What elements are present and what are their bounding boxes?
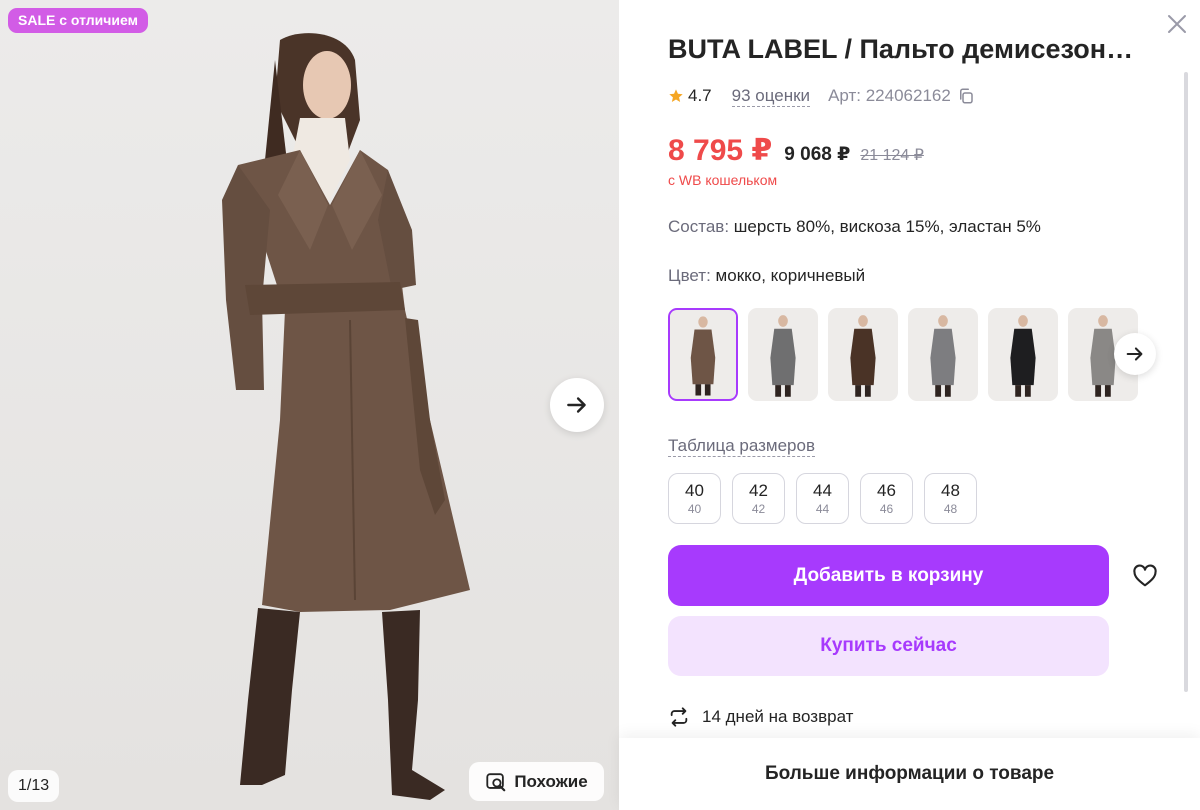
size-main-label: 44 [813, 480, 832, 500]
swatch-thumbnail [989, 309, 1057, 400]
copy-icon[interactable] [957, 87, 975, 105]
return-arrows-icon [670, 707, 688, 727]
swatch-thumbnail [909, 309, 977, 400]
size-sub-label: 44 [815, 501, 830, 516]
composition-key: Состав: [668, 217, 730, 236]
size-option-42[interactable]: 42 42 [732, 473, 785, 524]
swatch-thumbnail [749, 309, 817, 400]
favorite-button[interactable] [1127, 558, 1163, 594]
color-key: Цвет: [668, 266, 711, 285]
size-main-label: 40 [685, 480, 704, 500]
product-photo [0, 0, 619, 810]
more-info-button[interactable]: Больше информации о товаре [619, 738, 1200, 810]
returns-label: 14 дней на возврат [702, 707, 854, 726]
old-price: 21 124 ₽ [860, 147, 924, 164]
article-number: Арт: 224062162 [828, 86, 951, 105]
rating-value: 4.7 [688, 86, 712, 105]
size-main-label: 48 [941, 480, 960, 500]
color-swatches [668, 308, 1138, 401]
size-sub-label: 48 [943, 501, 958, 516]
similar-label: Похожие [514, 771, 588, 791]
product-meta: 4.7 93 оценки Арт: 224062162 [668, 84, 975, 108]
size-main-label: 42 [749, 480, 768, 500]
product-title: BUTA LABEL / Пальто демисезонное [668, 34, 1148, 64]
size-option-46[interactable]: 46 46 [860, 473, 913, 524]
size-option-48[interactable]: 48 48 [924, 473, 977, 524]
similar-button[interactable]: Похожие [469, 762, 604, 801]
color-swatch-brown[interactable] [668, 308, 738, 401]
color-info: Цвет: мокко, коричневый [668, 266, 865, 286]
size-options: 40 40 42 42 44 44 46 46 48 48 [668, 473, 977, 524]
color-swatch-grey-2[interactable] [908, 308, 978, 401]
arrow-right-icon [1126, 347, 1143, 361]
size-option-44[interactable]: 44 44 [796, 473, 849, 524]
sale-badge: SALE с отличием [8, 8, 148, 33]
color-swatch-grey-1[interactable] [748, 308, 818, 401]
return-policy: 14 дней на возврат [668, 706, 853, 728]
swatch-thumbnail [670, 310, 736, 399]
star-icon [668, 88, 684, 104]
gallery-counter: 1/13 [8, 770, 60, 802]
price-row: 8 795 ₽ 9 068 ₽ 21 124 ₽ [668, 133, 924, 168]
size-main-label: 46 [877, 480, 896, 500]
size-sub-label: 42 [751, 501, 766, 516]
composition-value: шерсть 80%, вискоза 15%, эластан 5% [729, 217, 1041, 236]
scrollbar[interactable] [1184, 72, 1188, 692]
swatch-thumbnail [829, 309, 897, 400]
size-table-link[interactable]: Таблица размеров [668, 435, 815, 457]
color-swatch-black[interactable] [988, 308, 1058, 401]
size-sub-label: 46 [879, 501, 894, 516]
buy-now-button[interactable]: Купить сейчас [668, 616, 1109, 676]
product-info-panel: BUTA LABEL / Пальто демисезонное 4.7 93 … [619, 0, 1200, 810]
close-button[interactable] [1163, 10, 1191, 38]
reviews-link[interactable]: 93 оценки [731, 86, 811, 107]
add-to-cart-button[interactable]: Добавить в корзину [668, 545, 1109, 606]
heart-icon [1133, 564, 1157, 587]
wallet-price: 8 795 ₽ [668, 134, 773, 167]
size-sub-label: 40 [687, 501, 702, 516]
arrow-right-icon [567, 397, 586, 413]
colors-next-button[interactable] [1114, 333, 1156, 375]
image-search-icon [486, 772, 506, 791]
composition: Состав: шерсть 80%, вискоза 15%, эластан… [668, 217, 1041, 237]
color-value: мокко, коричневый [710, 266, 866, 285]
regular-price: 9 068 ₽ [784, 144, 851, 165]
close-icon [1168, 15, 1186, 33]
wallet-note: с WB кошельком [668, 172, 778, 188]
gallery-next-button[interactable] [550, 378, 604, 432]
color-swatch-brown-2[interactable] [828, 308, 898, 401]
product-gallery: SALE с отличием 1/13 Похожие [0, 0, 619, 810]
size-option-40[interactable]: 40 40 [668, 473, 721, 524]
